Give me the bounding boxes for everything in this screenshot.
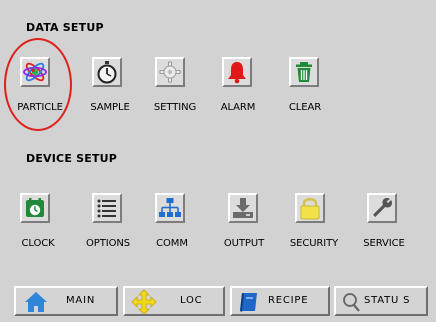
- nav-main-label: MAIN: [66, 295, 96, 306]
- download-icon: [231, 197, 255, 219]
- home-icon: [24, 291, 48, 317]
- output-label: OUTPUT: [223, 238, 265, 249]
- setting-label: SETTING: [153, 102, 197, 113]
- network-icon: [158, 197, 182, 219]
- move-arrows-icon: [131, 289, 157, 319]
- list-icon: [96, 198, 118, 218]
- sample-label: SAMPLE: [90, 102, 130, 113]
- options-button[interactable]: [92, 193, 122, 223]
- nav-status-button[interactable]: STATU S: [334, 286, 428, 316]
- clear-label: CLEAR: [288, 102, 322, 113]
- book-icon: [238, 291, 260, 317]
- gear-icon: [159, 61, 181, 83]
- magnifier-icon: [342, 291, 362, 317]
- nav-main-button[interactable]: MAIN: [14, 286, 118, 316]
- particle-button[interactable]: [20, 57, 50, 87]
- security-button[interactable]: [295, 193, 325, 223]
- alarm-label: ALARM: [220, 102, 256, 113]
- data-setup-title: DATA SETUP: [26, 21, 104, 34]
- options-label: OPTIONS: [86, 238, 130, 249]
- sample-button[interactable]: [92, 57, 122, 87]
- clock-label: CLOCK: [21, 238, 55, 249]
- atom-icon: [22, 59, 48, 85]
- comm-label: COMM: [156, 238, 188, 249]
- nav-recipe-label: RECIPE: [268, 295, 309, 306]
- calendar-clock-icon: [24, 197, 46, 219]
- bell-icon: [226, 60, 248, 84]
- nav-loc-button[interactable]: LOC: [123, 286, 225, 316]
- clock-button[interactable]: [20, 193, 50, 223]
- security-label: SECURITY: [289, 238, 339, 249]
- nav-loc-label: LOC: [180, 295, 203, 306]
- output-button[interactable]: [228, 193, 258, 223]
- wrench-icon: [370, 196, 394, 220]
- service-label: SERVICE: [363, 238, 405, 249]
- alarm-button[interactable]: [222, 57, 252, 87]
- nav-recipe-button[interactable]: RECIPE: [230, 286, 330, 316]
- stopwatch-icon: [96, 60, 118, 84]
- nav-status-label: STATU S: [364, 295, 411, 306]
- clear-button[interactable]: [289, 57, 319, 87]
- device-setup-title: DEVICE SETUP: [26, 152, 118, 165]
- setting-button[interactable]: [155, 57, 185, 87]
- particle-label: PARTICLE: [17, 102, 63, 113]
- lock-icon: [299, 196, 321, 220]
- trash-icon: [294, 61, 314, 83]
- comm-button[interactable]: [155, 193, 185, 223]
- service-button[interactable]: [367, 193, 397, 223]
